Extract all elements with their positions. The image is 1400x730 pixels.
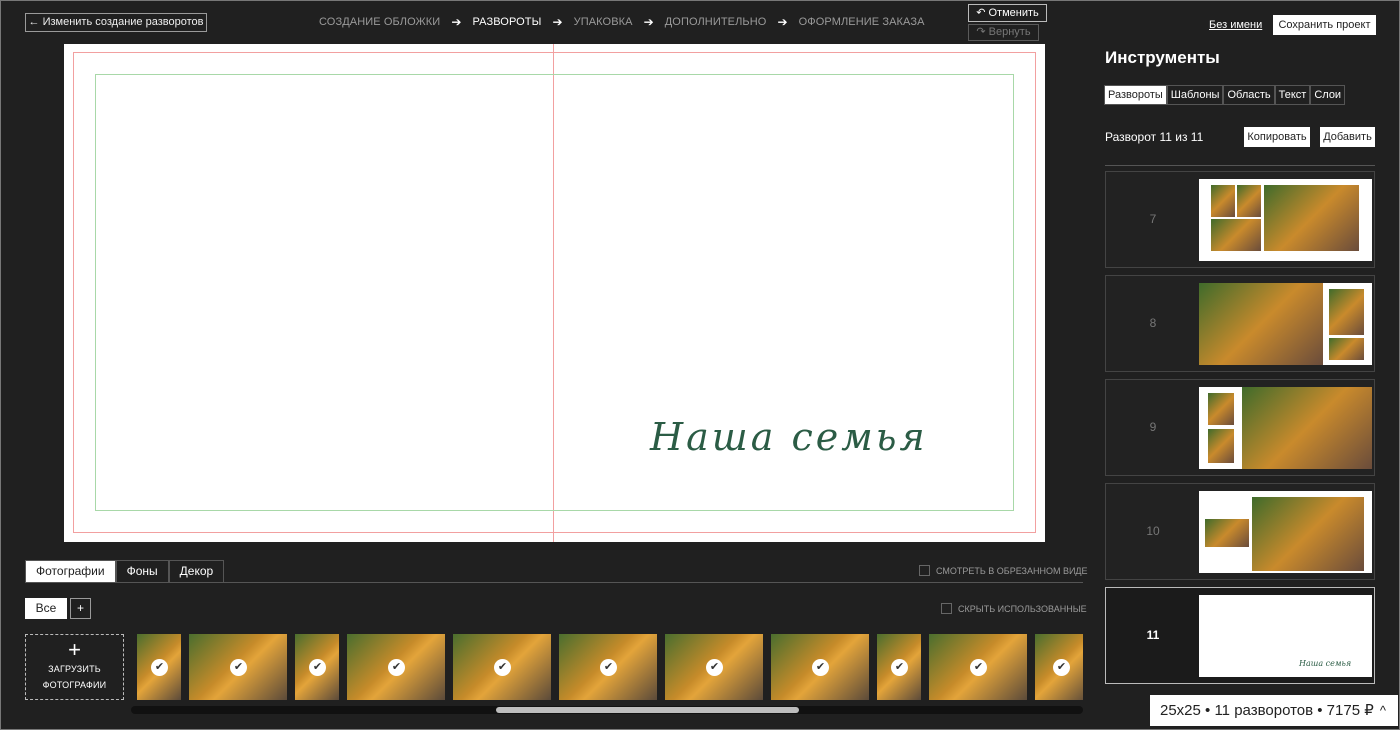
preview-photo: [1208, 393, 1234, 425]
hide-used-label: СКРЫТЬ ИСПОЛЬЗОВАННЫЕ: [958, 603, 1087, 614]
spread-number: 11: [1146, 628, 1160, 642]
spread-preview: Наша семья: [1199, 595, 1372, 677]
tab-area[interactable]: Область: [1223, 85, 1275, 105]
spread-number: 10: [1146, 524, 1160, 538]
preview-photo: [1211, 219, 1261, 251]
panel-divider: [1105, 165, 1375, 166]
tab-decor[interactable]: Декор: [168, 560, 225, 582]
arrow-right-icon: ➔: [451, 15, 462, 29]
tab-text[interactable]: Текст: [1274, 85, 1311, 105]
order-summary-bar[interactable]: 25x25 • 11 разворотов • 7175 ₽ ^: [1150, 695, 1398, 726]
step-spreads[interactable]: РАЗВОРОТЫ: [472, 16, 541, 28]
preview-title-text: Наша семья: [1299, 659, 1352, 668]
photo-thumbnail[interactable]: ✔: [347, 634, 445, 700]
spread-thumb-11[interactable]: 11 Наша семья: [1105, 587, 1375, 684]
photo-thumbnail[interactable]: ✔: [559, 634, 657, 700]
preview-photo: [1237, 185, 1261, 217]
spread-thumb-10[interactable]: 10: [1105, 483, 1375, 580]
preview-photo: [1205, 519, 1249, 547]
tab-photos[interactable]: Фотографии: [25, 560, 116, 582]
spread-title-text[interactable]: Наша семья: [650, 415, 928, 459]
check-icon: ✔: [600, 659, 617, 676]
check-icon: ✔: [891, 659, 908, 676]
spread-preview: [1199, 283, 1372, 365]
filter-all-button[interactable]: Все: [25, 598, 67, 619]
photo-thumbnail[interactable]: ✔: [771, 634, 869, 700]
save-project-button[interactable]: Сохранить проект: [1273, 15, 1376, 35]
photo-thumbnail[interactable]: ✔: [877, 634, 921, 700]
step-packaging[interactable]: УПАКОВКА: [574, 16, 633, 28]
photo-thumbnail[interactable]: ✔: [929, 634, 1027, 700]
tab-templates[interactable]: Шаблоны: [1166, 85, 1224, 105]
hide-used-checkbox[interactable]: СКРЫТЬ ИСПОЛЬЗОВАННЫЕ: [941, 603, 1087, 614]
check-icon: ✔: [970, 659, 987, 676]
order-summary-text: 25x25 • 11 разворотов • 7175 ₽: [1160, 702, 1374, 719]
upload-photos-button[interactable]: + ЗАГРУЗИТЬ ФОТОГРАФИИ: [25, 634, 124, 700]
preview-photo: [1199, 283, 1323, 365]
check-icon: ✔: [309, 659, 326, 676]
checkbox-box[interactable]: [941, 603, 952, 614]
step-cover[interactable]: СОЗДАНИЕ ОБЛОЖКИ: [319, 16, 440, 28]
arrow-right-icon: ➔: [777, 15, 788, 29]
preview-photo: [1242, 387, 1372, 469]
preview-photo: [1329, 289, 1364, 335]
check-icon: ✔: [230, 659, 247, 676]
tab-layers[interactable]: Слои: [1310, 85, 1346, 105]
tab-backgrounds[interactable]: Фоны: [115, 560, 169, 582]
spread-number: 9: [1149, 420, 1157, 434]
check-icon: ✔: [151, 659, 168, 676]
preview-photo: [1211, 185, 1235, 217]
tabs-divider: [25, 582, 1083, 583]
photo-thumbnail[interactable]: ✔: [137, 634, 181, 700]
photo-scrollbar-thumb[interactable]: [496, 707, 799, 713]
check-icon: ✔: [812, 659, 829, 676]
spread-counter: Разворот 11 из 11: [1105, 130, 1204, 144]
undo-button[interactable]: ↶ Отменить: [968, 4, 1047, 22]
arrow-right-icon: ➔: [552, 15, 563, 29]
photo-thumbnail[interactable]: ✔: [1035, 634, 1083, 700]
view-cropped-checkbox[interactable]: СМОТРЕТЬ В ОБРЕЗАННОМ ВИДЕ: [919, 565, 1088, 576]
upload-label-line2: ФОТОГРАФИИ: [42, 680, 107, 690]
add-filter-button[interactable]: +: [70, 598, 91, 619]
check-icon: ✔: [388, 659, 405, 676]
view-cropped-label: СМОТРЕТЬ В ОБРЕЗАННОМ ВИДЕ: [936, 565, 1088, 576]
preview-photo: [1264, 185, 1359, 251]
tools-title: Инструменты: [1105, 48, 1220, 67]
media-tabs: Фотографии Фоны Декор: [25, 560, 225, 582]
photo-strip: ✔ ✔ ✔ ✔ ✔ ✔ ✔ ✔ ✔ ✔ ✔: [137, 634, 1083, 700]
spread-number: 8: [1149, 316, 1157, 330]
photo-thumbnail[interactable]: ✔: [453, 634, 551, 700]
spread-number: 7: [1149, 212, 1157, 226]
spread-preview: [1199, 491, 1372, 573]
preview-photo: [1252, 497, 1364, 571]
chevron-up-icon[interactable]: ^: [1380, 695, 1386, 726]
check-icon: ✔: [494, 659, 511, 676]
tab-spreads[interactable]: Развороты: [1104, 85, 1167, 105]
arrow-right-icon: ➔: [643, 15, 654, 29]
step-additional[interactable]: ДОПОЛНИТЕЛЬНО: [665, 16, 767, 28]
check-icon: ✔: [706, 659, 723, 676]
photo-thumbnail[interactable]: ✔: [189, 634, 287, 700]
spread-thumb-9[interactable]: 9: [1105, 379, 1375, 476]
add-spread-button[interactable]: Добавить: [1320, 127, 1375, 147]
checkbox-box[interactable]: [919, 565, 930, 576]
preview-photo: [1208, 429, 1234, 463]
spread-preview: [1199, 179, 1372, 261]
spread-thumb-7[interactable]: 7: [1105, 171, 1375, 268]
plus-icon: +: [68, 637, 81, 662]
back-to-spreads-button[interactable]: ← Изменить создание разворотов: [25, 13, 207, 32]
copy-spread-button[interactable]: Копировать: [1244, 127, 1310, 147]
step-checkout[interactable]: ОФОРМЛЕНИЕ ЗАКАЗА: [799, 16, 925, 28]
photo-thumbnail[interactable]: ✔: [295, 634, 339, 700]
preview-photo: [1329, 338, 1364, 360]
spread-preview: [1199, 387, 1372, 469]
check-icon: ✔: [1053, 659, 1070, 676]
photo-thumbnail[interactable]: ✔: [665, 634, 763, 700]
tools-tabs: Развороты Шаблоны Область Текст Слои: [1104, 85, 1346, 105]
project-name-link[interactable]: Без имени: [1209, 19, 1262, 31]
spread-thumb-8[interactable]: 8: [1105, 275, 1375, 372]
wizard-steps: СОЗДАНИЕ ОБЛОЖКИ ➔ РАЗВОРОТЫ ➔ УПАКОВКА …: [319, 15, 925, 29]
upload-label-line1: ЗАГРУЗИТЬ: [48, 664, 101, 674]
redo-button[interactable]: ↷ Вернуть: [968, 24, 1039, 41]
